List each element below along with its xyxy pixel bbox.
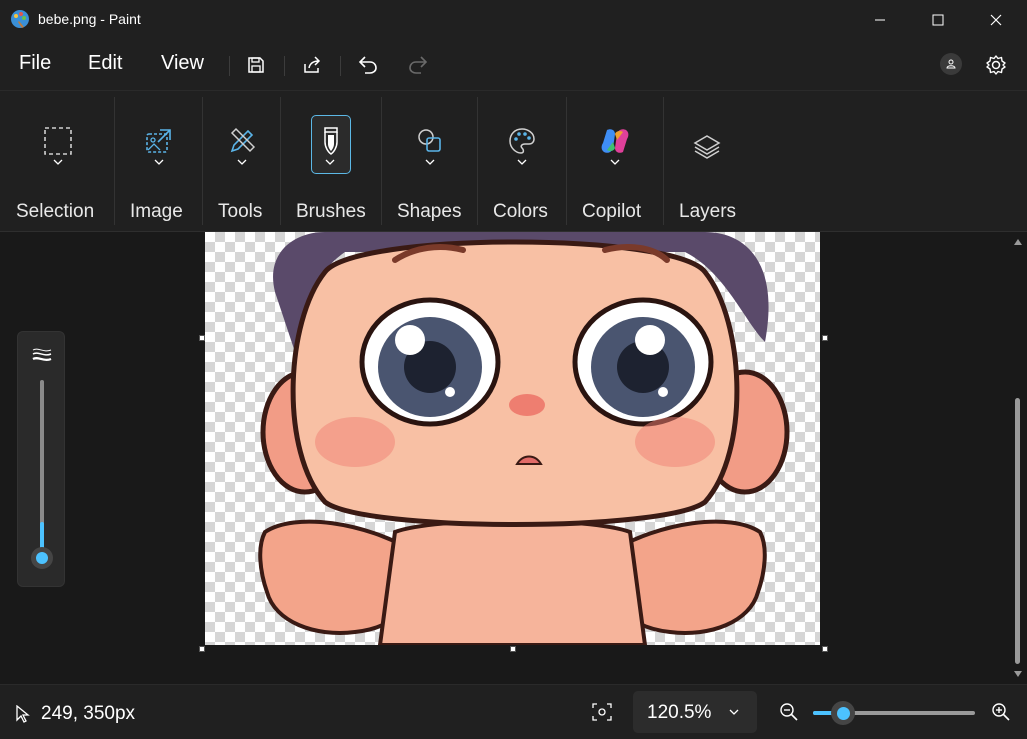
menu-bar: File Edit View	[0, 40, 1027, 90]
ribbon-group-colors[interactable]: Colors	[478, 91, 566, 229]
menu-view[interactable]: View	[161, 52, 204, 75]
resize-handle[interactable]	[822, 335, 828, 341]
ribbon-group-copilot[interactable]: Copilot	[567, 91, 663, 229]
ribbon-label: Layers	[679, 201, 737, 222]
settings-icon[interactable]	[982, 51, 1010, 79]
canvas-workspace[interactable]	[0, 232, 1027, 684]
pointer-icon	[15, 704, 31, 728]
resize-handle[interactable]	[510, 646, 516, 652]
resize-handle[interactable]	[199, 646, 205, 652]
ribbon-toolbar: Selection Image Tools Brushes Shapes Col…	[0, 90, 1027, 232]
baby-cartoon-image[interactable]	[205, 232, 820, 645]
zoom-level-dropdown[interactable]: 120.5%	[633, 691, 757, 733]
window-title: bebe.png - Paint	[38, 11, 141, 27]
scroll-down-icon[interactable]	[1013, 670, 1023, 678]
resize-handle[interactable]	[822, 646, 828, 652]
ribbon-label: Copilot	[582, 201, 642, 222]
brush-size-panel	[17, 331, 65, 587]
menu-divider	[284, 56, 285, 76]
share-icon[interactable]	[298, 51, 326, 79]
selection-rectangle-icon	[38, 121, 78, 161]
menu-file[interactable]: File	[19, 52, 51, 75]
ribbon-group-brushes[interactable]: Brushes	[281, 91, 381, 229]
chevron-down-icon	[154, 159, 164, 165]
zoom-value: 120.5%	[647, 702, 712, 723]
ribbon-label: Selection	[16, 201, 95, 222]
zoom-slider-thumb[interactable]	[831, 701, 855, 725]
chevron-down-icon	[610, 159, 620, 165]
save-icon[interactable]	[242, 51, 270, 79]
ribbon-label: Shapes	[397, 201, 462, 222]
redo-icon[interactable]	[404, 51, 432, 79]
brush-size-thumb[interactable]	[31, 547, 53, 569]
minimize-icon	[875, 19, 885, 21]
minimize-button[interactable]	[851, 0, 909, 40]
ribbon-label: Tools	[218, 201, 263, 222]
undo-icon[interactable]	[354, 51, 382, 79]
account-icon[interactable]	[940, 53, 962, 75]
maximize-button[interactable]	[909, 0, 967, 40]
menu-divider	[229, 56, 230, 76]
zoom-out-icon[interactable]	[779, 702, 799, 727]
resize-handle[interactable]	[199, 335, 205, 341]
ribbon-label: Colors	[493, 201, 548, 222]
vertical-scrollbar[interactable]	[1010, 232, 1026, 684]
zoom-in-icon[interactable]	[991, 702, 1011, 727]
chevron-down-icon	[425, 159, 435, 165]
menu-divider	[340, 56, 341, 76]
layers-icon	[687, 127, 727, 167]
chevron-down-icon	[325, 159, 335, 165]
brush-icon	[311, 121, 351, 161]
image-crop-icon	[139, 121, 179, 161]
ribbon-group-layers[interactable]: Layers	[664, 91, 754, 229]
ribbon-group-selection[interactable]: Selection	[0, 91, 114, 229]
scrollbar-thumb[interactable]	[1015, 398, 1020, 664]
title-bar: bebe.png - Paint	[0, 0, 1027, 40]
close-button[interactable]	[967, 0, 1025, 40]
chevron-down-icon	[517, 159, 527, 165]
chevron-down-icon	[729, 709, 739, 715]
chevron-down-icon	[237, 159, 247, 165]
scroll-up-icon[interactable]	[1013, 238, 1023, 246]
cursor-coordinates: 249, 350px	[41, 703, 136, 724]
brush-size-icon	[31, 346, 53, 364]
ribbon-group-tools[interactable]: Tools	[203, 91, 280, 229]
paint-palette-icon	[10, 9, 30, 29]
copilot-icon	[595, 121, 635, 161]
status-bar: 249, 350px 120.5%	[0, 684, 1027, 739]
fit-to-window-icon[interactable]	[592, 703, 612, 726]
ribbon-label: Brushes	[296, 201, 366, 222]
chevron-down-icon	[53, 159, 63, 165]
pencil-eraser-icon	[222, 121, 262, 161]
ribbon-group-shapes[interactable]: Shapes	[382, 91, 477, 229]
palette-icon	[502, 121, 542, 161]
ribbon-group-image[interactable]: Image	[115, 91, 202, 229]
shapes-icon	[410, 121, 450, 161]
close-icon	[990, 14, 1002, 26]
ribbon-label: Image	[130, 201, 183, 222]
maximize-icon	[932, 14, 944, 26]
menu-edit[interactable]: Edit	[88, 52, 122, 75]
